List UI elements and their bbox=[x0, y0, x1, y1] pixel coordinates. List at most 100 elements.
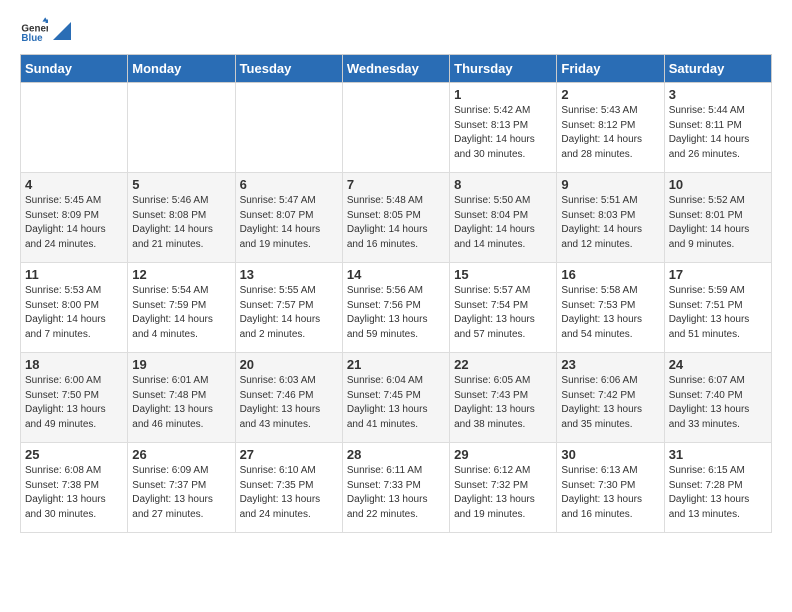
header-wednesday: Wednesday bbox=[342, 55, 449, 83]
day-number: 30 bbox=[561, 447, 659, 462]
calendar-cell: 13 Sunrise: 5:55 AM Sunset: 7:57 PM Dayli… bbox=[235, 263, 342, 353]
day-number: 31 bbox=[669, 447, 767, 462]
day-info: Sunrise: 6:08 AM Sunset: 7:38 PM Dayligh… bbox=[25, 464, 123, 522]
day-info: Sunrise: 6:06 AM Sunset: 7:42 PM Dayligh… bbox=[561, 374, 659, 432]
day-number: 19 bbox=[132, 357, 230, 372]
calendar-cell: 25 Sunrise: 6:08 AM Sunset: 7:38 PM Dayli… bbox=[21, 443, 128, 533]
calendar-cell: 31 Sunrise: 6:15 AM Sunset: 7:28 PM Dayli… bbox=[664, 443, 771, 533]
calendar-cell: 21 Sunrise: 6:04 AM Sunset: 7:45 PM Dayli… bbox=[342, 353, 449, 443]
day-number: 16 bbox=[561, 267, 659, 282]
logo-icon: General Blue bbox=[20, 16, 48, 44]
logo-triangle-icon bbox=[53, 22, 71, 40]
calendar-cell: 23 Sunrise: 6:06 AM Sunset: 7:42 PM Dayli… bbox=[557, 353, 664, 443]
calendar-cell: 28 Sunrise: 6:11 AM Sunset: 7:33 PM Dayli… bbox=[342, 443, 449, 533]
day-number: 28 bbox=[347, 447, 445, 462]
calendar-cell: 20 Sunrise: 6:03 AM Sunset: 7:46 PM Dayli… bbox=[235, 353, 342, 443]
day-info: Sunrise: 5:54 AM Sunset: 7:59 PM Dayligh… bbox=[132, 284, 230, 342]
day-info: Sunrise: 5:45 AM Sunset: 8:09 PM Dayligh… bbox=[25, 194, 123, 252]
day-info: Sunrise: 5:53 AM Sunset: 8:00 PM Dayligh… bbox=[25, 284, 123, 342]
calendar-week-row: 18 Sunrise: 6:00 AM Sunset: 7:50 PM Dayli… bbox=[21, 353, 772, 443]
page-header: General Blue bbox=[20, 16, 772, 44]
calendar-cell: 18 Sunrise: 6:00 AM Sunset: 7:50 PM Dayli… bbox=[21, 353, 128, 443]
day-number: 20 bbox=[240, 357, 338, 372]
calendar-cell: 4 Sunrise: 5:45 AM Sunset: 8:09 PM Daylig… bbox=[21, 173, 128, 263]
calendar-cell: 10 Sunrise: 5:52 AM Sunset: 8:01 PM Dayli… bbox=[664, 173, 771, 263]
calendar-cell bbox=[21, 83, 128, 173]
calendar-cell: 29 Sunrise: 6:12 AM Sunset: 7:32 PM Dayli… bbox=[450, 443, 557, 533]
day-info: Sunrise: 6:07 AM Sunset: 7:40 PM Dayligh… bbox=[669, 374, 767, 432]
day-info: Sunrise: 5:57 AM Sunset: 7:54 PM Dayligh… bbox=[454, 284, 552, 342]
day-number: 4 bbox=[25, 177, 123, 192]
day-info: Sunrise: 6:03 AM Sunset: 7:46 PM Dayligh… bbox=[240, 374, 338, 432]
calendar-cell: 9 Sunrise: 5:51 AM Sunset: 8:03 PM Daylig… bbox=[557, 173, 664, 263]
logo: General Blue bbox=[20, 16, 71, 44]
day-info: Sunrise: 6:01 AM Sunset: 7:48 PM Dayligh… bbox=[132, 374, 230, 432]
day-number: 26 bbox=[132, 447, 230, 462]
day-number: 7 bbox=[347, 177, 445, 192]
calendar-cell: 6Sunrise: 5:47 AM Sunset: 8:07 PM Daylig… bbox=[235, 173, 342, 263]
calendar-week-row: 11Sunrise: 5:53 AM Sunset: 8:00 PM Dayli… bbox=[21, 263, 772, 353]
calendar-cell bbox=[342, 83, 449, 173]
day-number: 1 bbox=[454, 87, 552, 102]
day-info: Sunrise: 5:48 AM Sunset: 8:05 PM Dayligh… bbox=[347, 194, 445, 252]
day-number: 14 bbox=[347, 267, 445, 282]
header-sunday: Sunday bbox=[21, 55, 128, 83]
calendar-cell: 7 Sunrise: 5:48 AM Sunset: 8:05 PM Daylig… bbox=[342, 173, 449, 263]
calendar-cell: 27 Sunrise: 6:10 AM Sunset: 7:35 PM Dayli… bbox=[235, 443, 342, 533]
day-number: 29 bbox=[454, 447, 552, 462]
day-number: 2 bbox=[561, 87, 659, 102]
day-number: 8 bbox=[454, 177, 552, 192]
day-info: Sunrise: 5:59 AM Sunset: 7:51 PM Dayligh… bbox=[669, 284, 767, 342]
day-info: Sunrise: 5:47 AM Sunset: 8:07 PM Dayligh… bbox=[240, 194, 338, 252]
header-thursday: Thursday bbox=[450, 55, 557, 83]
day-number: 13 bbox=[240, 267, 338, 282]
day-info: Sunrise: 5:46 AM Sunset: 8:08 PM Dayligh… bbox=[132, 194, 230, 252]
calendar-table: SundayMondayTuesdayWednesdayThursdayFrid… bbox=[20, 54, 772, 533]
day-number: 15 bbox=[454, 267, 552, 282]
day-info: Sunrise: 6:04 AM Sunset: 7:45 PM Dayligh… bbox=[347, 374, 445, 432]
calendar-cell: 30 Sunrise: 6:13 AM Sunset: 7:30 PM Dayli… bbox=[557, 443, 664, 533]
calendar-cell: 14 Sunrise: 5:56 AM Sunset: 7:56 PM Dayli… bbox=[342, 263, 449, 353]
day-number: 17 bbox=[669, 267, 767, 282]
calendar-week-row: 4 Sunrise: 5:45 AM Sunset: 8:09 PM Daylig… bbox=[21, 173, 772, 263]
calendar-cell: 11Sunrise: 5:53 AM Sunset: 8:00 PM Dayli… bbox=[21, 263, 128, 353]
svg-text:Blue: Blue bbox=[21, 33, 43, 44]
day-info: Sunrise: 6:11 AM Sunset: 7:33 PM Dayligh… bbox=[347, 464, 445, 522]
day-info: Sunrise: 5:55 AM Sunset: 7:57 PM Dayligh… bbox=[240, 284, 338, 342]
day-info: Sunrise: 5:44 AM Sunset: 8:11 PM Dayligh… bbox=[669, 104, 767, 162]
day-number: 22 bbox=[454, 357, 552, 372]
calendar-cell: 19 Sunrise: 6:01 AM Sunset: 7:48 PM Dayli… bbox=[128, 353, 235, 443]
calendar-cell: 16Sunrise: 5:58 AM Sunset: 7:53 PM Dayli… bbox=[557, 263, 664, 353]
day-info: Sunrise: 5:52 AM Sunset: 8:01 PM Dayligh… bbox=[669, 194, 767, 252]
day-number: 9 bbox=[561, 177, 659, 192]
day-info: Sunrise: 5:51 AM Sunset: 8:03 PM Dayligh… bbox=[561, 194, 659, 252]
day-number: 21 bbox=[347, 357, 445, 372]
day-info: Sunrise: 5:56 AM Sunset: 7:56 PM Dayligh… bbox=[347, 284, 445, 342]
calendar-cell bbox=[128, 83, 235, 173]
calendar-cell: 15 Sunrise: 5:57 AM Sunset: 7:54 PM Dayli… bbox=[450, 263, 557, 353]
day-number: 25 bbox=[25, 447, 123, 462]
day-info: Sunrise: 5:42 AM Sunset: 8:13 PM Dayligh… bbox=[454, 104, 552, 162]
calendar-cell: 24Sunrise: 6:07 AM Sunset: 7:40 PM Dayli… bbox=[664, 353, 771, 443]
calendar-cell: 8Sunrise: 5:50 AM Sunset: 8:04 PM Daylig… bbox=[450, 173, 557, 263]
day-number: 3 bbox=[669, 87, 767, 102]
day-info: Sunrise: 6:10 AM Sunset: 7:35 PM Dayligh… bbox=[240, 464, 338, 522]
header-friday: Friday bbox=[557, 55, 664, 83]
day-info: Sunrise: 6:00 AM Sunset: 7:50 PM Dayligh… bbox=[25, 374, 123, 432]
day-number: 27 bbox=[240, 447, 338, 462]
day-number: 10 bbox=[669, 177, 767, 192]
calendar-cell: 26Sunrise: 6:09 AM Sunset: 7:37 PM Dayli… bbox=[128, 443, 235, 533]
day-number: 12 bbox=[132, 267, 230, 282]
calendar-cell: 3 Sunrise: 5:44 AM Sunset: 8:11 PM Daylig… bbox=[664, 83, 771, 173]
day-number: 5 bbox=[132, 177, 230, 192]
day-number: 23 bbox=[561, 357, 659, 372]
header-monday: Monday bbox=[128, 55, 235, 83]
calendar-header-row: SundayMondayTuesdayWednesdayThursdayFrid… bbox=[21, 55, 772, 83]
calendar-cell: 12 Sunrise: 5:54 AM Sunset: 7:59 PM Dayli… bbox=[128, 263, 235, 353]
day-info: Sunrise: 6:13 AM Sunset: 7:30 PM Dayligh… bbox=[561, 464, 659, 522]
day-info: Sunrise: 6:05 AM Sunset: 7:43 PM Dayligh… bbox=[454, 374, 552, 432]
calendar-cell: 22 Sunrise: 6:05 AM Sunset: 7:43 PM Dayli… bbox=[450, 353, 557, 443]
day-info: Sunrise: 6:15 AM Sunset: 7:28 PM Dayligh… bbox=[669, 464, 767, 522]
day-info: Sunrise: 6:12 AM Sunset: 7:32 PM Dayligh… bbox=[454, 464, 552, 522]
day-number: 18 bbox=[25, 357, 123, 372]
